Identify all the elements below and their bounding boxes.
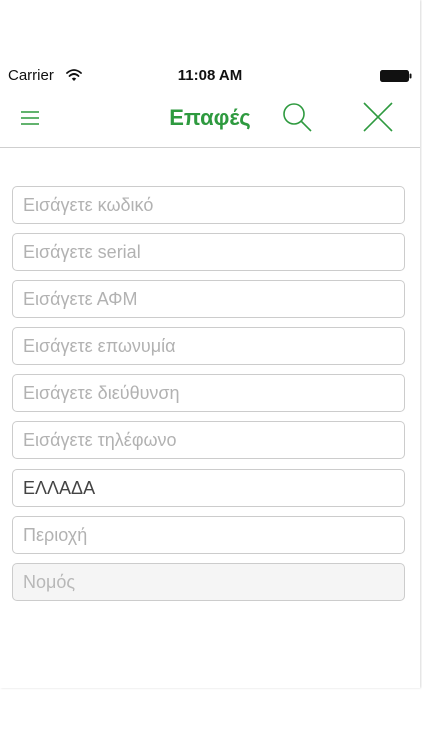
app-screen: Carrier 11:08 AM Επαφές bbox=[0, 0, 420, 688]
hamburger-menu-icon[interactable] bbox=[18, 106, 42, 130]
status-time: 11:08 AM bbox=[177, 67, 243, 84]
phone-input[interactable] bbox=[12, 421, 405, 459]
page-title: Επαφές bbox=[169, 105, 251, 130]
country-input[interactable] bbox=[12, 469, 405, 507]
company-name-input[interactable] bbox=[12, 327, 405, 365]
afm-input[interactable] bbox=[12, 280, 405, 318]
prefecture-input[interactable] bbox=[12, 563, 405, 601]
status-bar: Carrier 11:08 AM bbox=[0, 64, 420, 88]
battery-icon bbox=[380, 70, 412, 82]
code-input[interactable] bbox=[12, 186, 405, 224]
navigation-bar: Επαφές bbox=[0, 92, 420, 148]
close-icon[interactable] bbox=[362, 101, 394, 133]
search-icon[interactable] bbox=[281, 101, 313, 133]
region-input[interactable] bbox=[12, 516, 405, 554]
address-input[interactable] bbox=[12, 374, 405, 412]
serial-input[interactable] bbox=[12, 233, 405, 271]
